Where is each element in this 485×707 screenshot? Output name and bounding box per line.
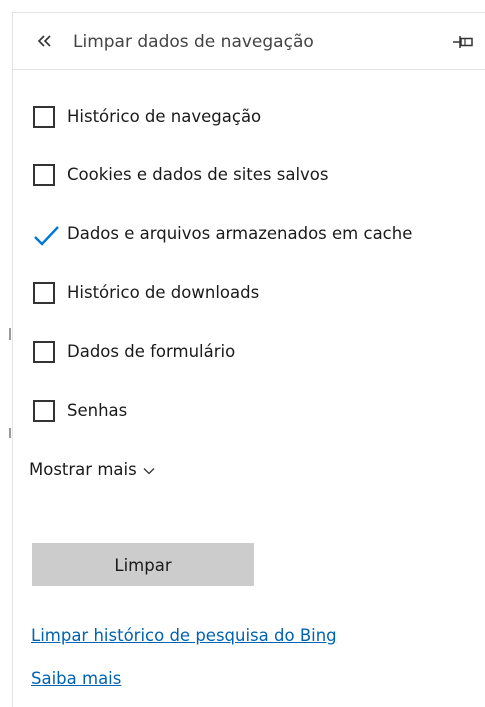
option-label: Senhas bbox=[67, 401, 128, 420]
option-label: Histórico de downloads bbox=[67, 283, 260, 302]
checkbox-cookies[interactable] bbox=[33, 164, 55, 186]
clear-button[interactable]: Limpar bbox=[32, 543, 254, 586]
show-more-button[interactable]: Mostrar mais bbox=[29, 458, 155, 482]
panel-title: Limpar dados de navegação bbox=[73, 32, 314, 52]
left-edge bbox=[0, 0, 11, 707]
back-button[interactable] bbox=[33, 29, 57, 53]
edge-mark bbox=[9, 328, 11, 340]
checkmark-icon bbox=[34, 226, 59, 246]
page: Limpar dados de navegação Histórico de n… bbox=[0, 0, 485, 707]
chevron-down-icon bbox=[143, 458, 155, 482]
checkbox-form-data[interactable] bbox=[33, 341, 55, 363]
option-label: Cookies e dados de sites salvos bbox=[67, 165, 329, 184]
option-form-data[interactable]: Dados de formulário bbox=[33, 339, 235, 365]
edge-mark bbox=[9, 428, 11, 438]
checkbox-passwords[interactable] bbox=[33, 400, 55, 422]
clear-browsing-data-panel: Limpar dados de navegação Histórico de n… bbox=[12, 12, 485, 707]
checkbox-download-history[interactable] bbox=[33, 282, 55, 304]
show-more-label: Mostrar mais bbox=[29, 460, 137, 479]
option-download-history[interactable]: Histórico de downloads bbox=[33, 280, 259, 306]
checkbox-browsing-history[interactable] bbox=[33, 106, 55, 128]
option-cookies[interactable]: Cookies e dados de sites salvos bbox=[33, 162, 329, 188]
clear-bing-history-link[interactable]: Limpar histórico de pesquisa do Bing bbox=[31, 624, 337, 648]
option-browsing-history[interactable]: Histórico de navegação bbox=[33, 104, 261, 130]
checkbox-cache[interactable] bbox=[33, 223, 59, 246]
option-passwords[interactable]: Senhas bbox=[33, 398, 127, 424]
learn-more-link[interactable]: Saiba mais bbox=[31, 667, 121, 691]
pin-button[interactable] bbox=[451, 31, 475, 53]
option-label: Dados e arquivos armazenados em cache bbox=[67, 224, 413, 243]
panel-header: Limpar dados de navegação bbox=[13, 13, 485, 70]
double-chevron-left-icon bbox=[37, 35, 51, 47]
option-label: Histórico de navegação bbox=[67, 107, 262, 126]
pin-icon bbox=[453, 36, 473, 48]
option-cache[interactable]: Dados e arquivos armazenados em cache bbox=[33, 221, 412, 247]
option-label: Dados de formulário bbox=[67, 342, 236, 361]
